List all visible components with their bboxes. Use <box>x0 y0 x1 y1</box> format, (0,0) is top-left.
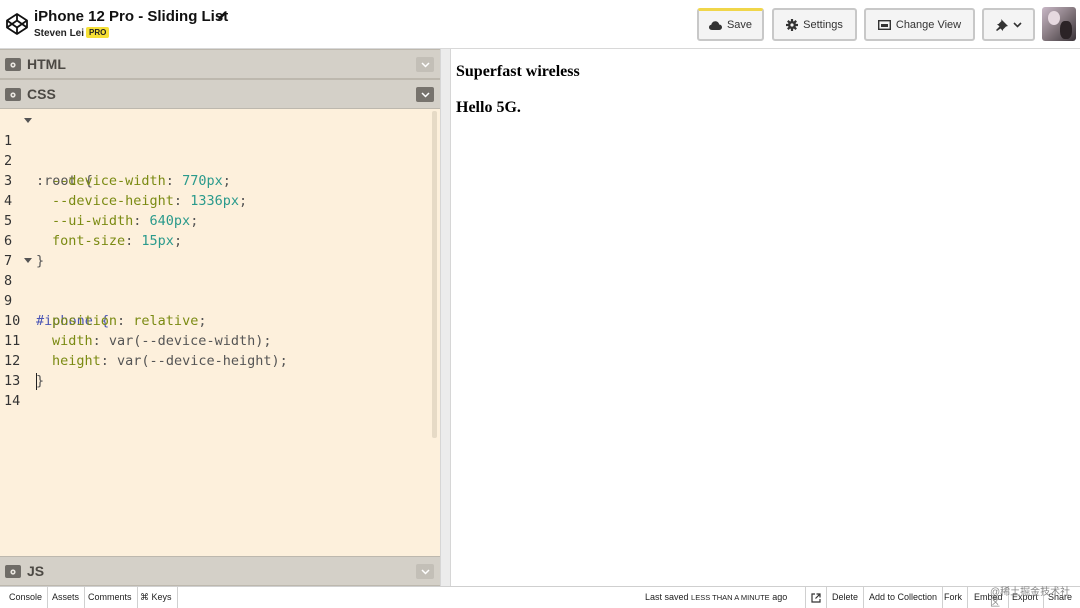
add-to-collection-button[interactable]: Add to Collection <box>864 587 944 608</box>
external-link-icon <box>811 592 821 603</box>
code-line: 1 :root { <box>0 111 430 189</box>
code-line: 2 --device-width: 770px; <box>4 153 231 189</box>
code-line: 5 font-size: 15px; <box>4 213 183 249</box>
code-line: 13 <box>0 351 430 389</box>
pin-menu-button[interactable] <box>982 8 1035 41</box>
codepen-editor: iPhone 12 Pro - Sliding List Steven Lei … <box>0 0 1080 608</box>
header: iPhone 12 Pro - Sliding List Steven Lei … <box>0 0 1080 49</box>
code-line: 10 width: var(--device-width); <box>4 313 272 349</box>
change-view-button[interactable]: Change View <box>864 8 975 41</box>
fold-arrow-icon[interactable] <box>24 258 32 263</box>
pencil-icon[interactable] <box>217 10 228 21</box>
settings-button[interactable]: Settings <box>772 8 857 41</box>
chevron-down-icon <box>1012 21 1022 28</box>
last-saved-status: Last saved LESS THAN A MINUTE ago <box>645 587 787 608</box>
html-panel-header[interactable]: HTML <box>0 49 440 79</box>
settings-label: Settings <box>803 18 843 31</box>
code-line: 9 position: relative; <box>4 293 207 329</box>
code-line: 11 height: var(--device-height); <box>4 333 288 369</box>
assets-button[interactable]: Assets <box>47 587 86 608</box>
change-view-label: Change View <box>895 18 962 31</box>
gear-icon <box>786 18 799 31</box>
text-cursor <box>36 373 37 390</box>
js-panel-header[interactable]: JS <box>0 556 440 586</box>
footer-bar: Console Assets Comments ⌘ Keys Last save… <box>0 586 1080 608</box>
delete-button[interactable]: Delete <box>827 587 865 608</box>
css-panel-title: CSS <box>27 86 56 102</box>
saved-time: LESS THAN A MINUTE <box>691 593 770 602</box>
saved-suffix: ago <box>772 592 788 602</box>
js-panel-title: JS <box>27 563 45 579</box>
preview-heading: Superfast wireless <box>456 63 580 80</box>
preview-subheading: Hello 5G. <box>456 99 521 116</box>
user-avatar[interactable] <box>1042 7 1076 41</box>
fold-arrow-icon[interactable] <box>24 118 32 123</box>
editor-scrollbar[interactable] <box>432 111 437 438</box>
keys-button[interactable]: ⌘ Keys <box>135 587 178 608</box>
cloud-icon <box>708 20 722 30</box>
code-line: 6 } <box>0 211 430 269</box>
css-code-editor[interactable]: 1 :root { 2 --device-width: 770px; 3 --d… <box>0 109 440 556</box>
js-collapse-chevron-icon[interactable] <box>416 564 434 579</box>
html-panel-title: HTML <box>27 56 66 72</box>
console-button[interactable]: Console <box>4 587 49 608</box>
code-line: 4 --ui-width: 640px; <box>4 193 199 229</box>
css-panel-header[interactable]: CSS <box>0 79 440 109</box>
comments-button[interactable]: Comments <box>83 587 138 608</box>
resize-handle[interactable] <box>440 49 451 586</box>
result-preview: Superfast wireless Hello 5G. <box>451 49 1080 586</box>
line-number: 14 <box>4 393 21 409</box>
pin-icon <box>995 18 1008 31</box>
layout-icon <box>877 19 891 30</box>
pro-badge: PRO <box>86 27 110 38</box>
js-settings-icon[interactable] <box>5 565 21 578</box>
html-settings-icon[interactable] <box>5 58 21 71</box>
html-collapse-chevron-icon[interactable] <box>416 57 434 72</box>
editor-panels: HTML CSS 1 :root { 2 --device-width: 770… <box>0 49 440 586</box>
open-external-button[interactable] <box>805 587 827 608</box>
css-settings-icon[interactable] <box>5 88 21 101</box>
watermark-text: @稀土掘金技术社区 <box>990 587 1071 608</box>
code-line: 12 } <box>0 331 430 389</box>
author-name[interactable]: Steven Lei <box>34 28 84 39</box>
code-line: 8 #iphone { <box>0 251 430 329</box>
css-collapse-chevron-icon[interactable] <box>416 87 434 102</box>
fork-button[interactable]: Fork <box>939 587 968 608</box>
saved-prefix: Last saved <box>645 592 689 602</box>
codepen-logo-icon[interactable] <box>5 12 29 36</box>
pen-title: iPhone 12 Pro - Sliding List <box>34 8 229 25</box>
save-label: Save <box>726 19 753 31</box>
code-line: 7 <box>0 231 430 269</box>
code-line: 3 --device-height: 1336px; <box>4 173 248 209</box>
save-button[interactable]: Save <box>697 8 764 41</box>
code-line: 14 <box>0 371 430 409</box>
